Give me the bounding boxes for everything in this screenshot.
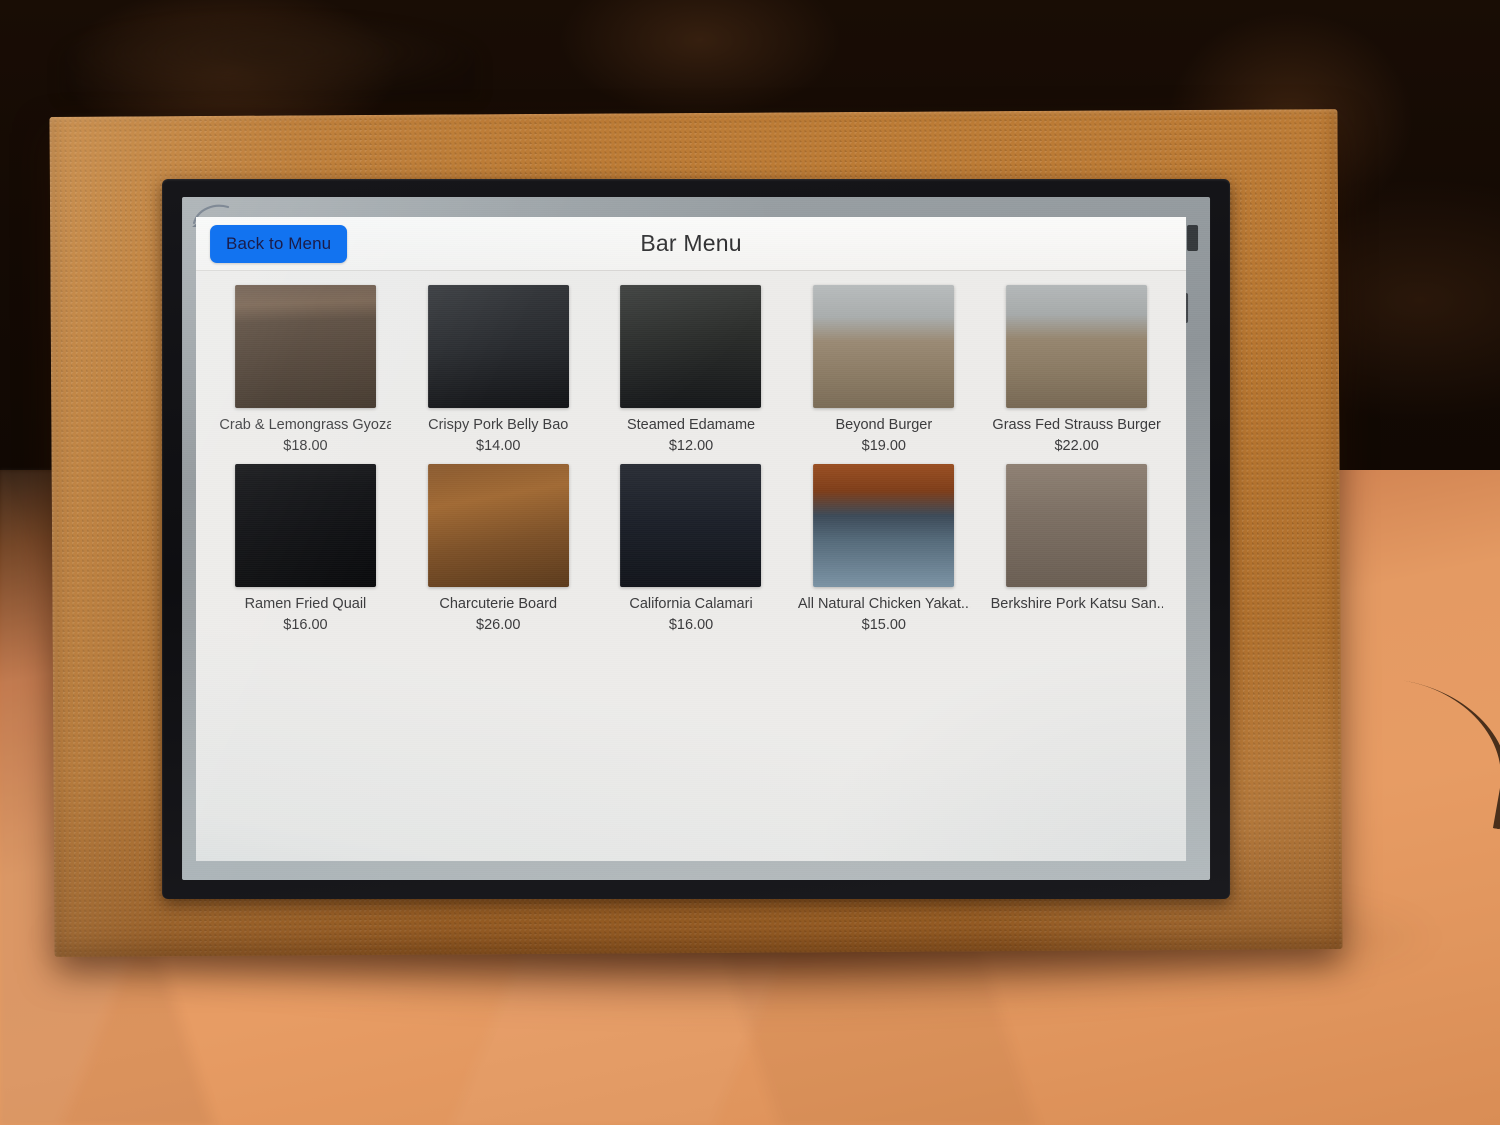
menu-item-photo[interactable] xyxy=(234,464,376,588)
menu-item-photo[interactable] xyxy=(427,464,569,588)
menu-item-name: Ramen Fried Quail xyxy=(244,596,367,613)
panel-side-indicator xyxy=(1187,224,1199,251)
menu-item-photo[interactable] xyxy=(427,284,569,408)
menu-item-name: California Calamari xyxy=(629,596,753,613)
menu-item[interactable]: Berkshire Pork Katsu San... xyxy=(989,460,1164,618)
menu-item-name: Charcuterie Board xyxy=(439,596,558,613)
menu-scroll-area[interactable]: Crab & Lemongrass Gyoza $18.00 Crispy Pork… xyxy=(196,270,1187,861)
menu-item-price: $16.00 xyxy=(668,617,714,634)
menu-item[interactable]: All Natural Chicken Yakat... $15.00 xyxy=(796,460,971,633)
menu-item-price: $16.00 xyxy=(283,617,328,634)
menu-item-name: Beyond Burger xyxy=(835,416,933,433)
menu-item-name: Crab & Lemongrass Gyoza xyxy=(219,416,392,433)
menu-item[interactable]: Charcuterie Board $26.00 xyxy=(411,460,586,633)
menu-item-name: Steamed Edamame xyxy=(626,416,756,433)
menu-item[interactable]: Grass Fed Strauss Burger $22.00 xyxy=(989,281,1164,454)
menu-item-grid: Crab & Lemongrass Gyoza $18.00 Crispy Pork… xyxy=(218,281,1164,634)
menu-item-price: $19.00 xyxy=(861,437,907,454)
menu-item[interactable]: Crab & Lemongrass Gyoza $18.00 xyxy=(218,281,393,454)
navigation-bar: Back to Menu Bar Menu xyxy=(196,216,1187,271)
menu-item-photo[interactable] xyxy=(620,464,762,588)
menu-item-price: $12.00 xyxy=(668,437,714,454)
menu-item-name: Crispy Pork Belly Bao xyxy=(428,416,569,433)
lcd-panel: Back to Menu Bar Menu Crab & Lemongrass … xyxy=(182,196,1211,880)
bar-menu-app-window: Back to Menu Bar Menu Crab & Lemongrass … xyxy=(196,216,1187,861)
menu-item-price: $18.00 xyxy=(283,437,328,454)
back-to-menu-button[interactable]: Back to Menu xyxy=(210,224,348,263)
menu-item[interactable]: Ramen Fried Quail $16.00 xyxy=(218,460,393,633)
tablet-fabric-stand: Back to Menu Bar Menu Crab & Lemongrass … xyxy=(49,109,1343,957)
menu-item[interactable]: Steamed Edamame $12.00 xyxy=(604,281,779,454)
menu-item[interactable]: California Calamari $16.00 xyxy=(604,460,779,633)
menu-item[interactable]: Beyond Burger $19.00 xyxy=(796,281,971,454)
menu-item-price: $15.00 xyxy=(861,617,907,634)
menu-item-name: Grass Fed Strauss Burger xyxy=(992,416,1161,433)
menu-item-price: $26.00 xyxy=(476,617,521,634)
menu-item-price: $14.00 xyxy=(476,437,521,454)
menu-item-name: Berkshire Pork Katsu San... xyxy=(990,596,1163,613)
menu-item-photo[interactable] xyxy=(234,284,376,408)
menu-item-photo[interactable] xyxy=(1006,284,1148,408)
menu-item-photo[interactable] xyxy=(813,464,955,588)
menu-item-photo[interactable] xyxy=(620,284,762,408)
menu-item-price: $22.00 xyxy=(1054,437,1099,454)
menu-item-photo[interactable] xyxy=(813,284,955,408)
menu-item-photo[interactable] xyxy=(1006,464,1148,588)
menu-item[interactable]: Crispy Pork Belly Bao $14.00 xyxy=(411,281,586,454)
display-bezel: Back to Menu Bar Menu Crab & Lemongrass … xyxy=(162,178,1231,899)
photo-scene: Back to Menu Bar Menu Crab & Lemongrass … xyxy=(0,0,1500,1125)
menu-item-name: All Natural Chicken Yakat... xyxy=(797,596,970,613)
